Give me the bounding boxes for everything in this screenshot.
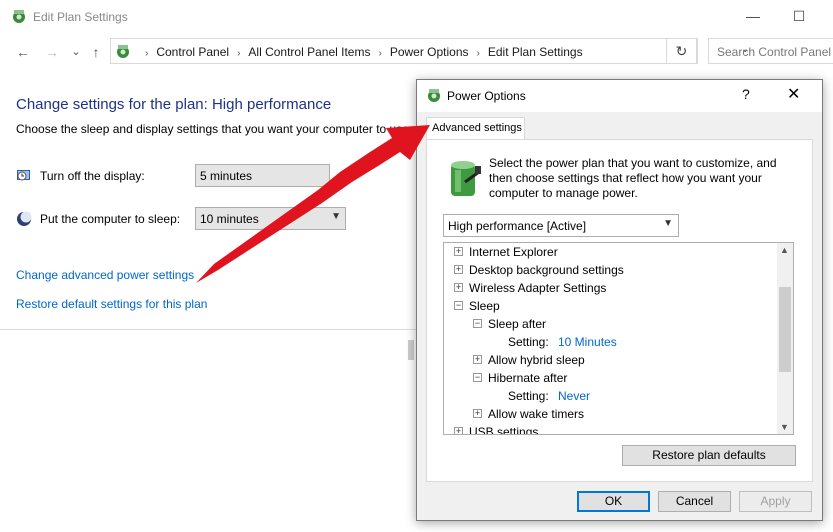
expand-icon[interactable]: + (454, 427, 463, 434)
ok-button[interactable]: OK (577, 491, 650, 512)
collapse-icon[interactable]: − (473, 373, 482, 382)
display-timeout-value: 5 minutes (200, 169, 253, 183)
moon-icon (17, 211, 32, 226)
minimize-button[interactable]: — (730, 0, 776, 33)
window-title: Edit Plan Settings (33, 10, 128, 24)
breadcrumb-separator[interactable]: › (237, 48, 240, 59)
maximize-button[interactable]: ☐ (776, 0, 822, 33)
scroll-up-icon[interactable]: ▲ (780, 245, 789, 255)
control-panel-icon (117, 45, 129, 58)
setting-value[interactable]: 10 Minutes (558, 335, 617, 349)
control-panel-icon (13, 10, 25, 23)
search-input[interactable]: Search Control Panel (708, 38, 833, 64)
breadcrumb-separator[interactable]: › (378, 48, 381, 59)
page-title: Change settings for the plan: High perfo… (16, 96, 332, 113)
page-subtitle: Choose the sleep and display settings th… (16, 122, 413, 136)
expand-icon[interactable]: + (454, 265, 463, 274)
setting-value[interactable]: Never (558, 389, 590, 403)
help-icon[interactable]: ? (742, 86, 750, 102)
expand-icon[interactable]: + (473, 409, 482, 418)
breadcrumb-separator: › (145, 48, 149, 59)
address-row: ← → ⌄ ↑ › Control Panel › All Control Panel… (0, 36, 833, 68)
breadcrumb-power-options[interactable]: Power Options (390, 45, 469, 59)
tree-item-label: Internet Explorer (469, 245, 558, 259)
tab-label: Advanced settings (432, 122, 522, 134)
tab-advanced-settings[interactable]: Advanced settings (426, 117, 525, 140)
tree-item-label: Sleep (469, 299, 500, 313)
setting-label: Setting: (508, 335, 549, 349)
chevron-down-icon: ▼ (663, 218, 673, 229)
expand-icon[interactable]: + (454, 247, 463, 256)
tree-item-label: Sleep after (488, 317, 547, 331)
tree-item-label: Allow wake timers (488, 407, 585, 421)
forward-arrow-icon[interactable]: → (43, 43, 61, 61)
restore-defaults-link[interactable]: Restore default settings for this plan (16, 297, 207, 311)
expand-icon[interactable]: + (454, 283, 463, 292)
dialog-title: Power Options (447, 89, 526, 103)
collapse-icon[interactable]: − (454, 301, 463, 310)
divider (0, 329, 420, 330)
up-arrow-icon[interactable]: ↑ (87, 43, 105, 61)
tree-item-label: Allow hybrid sleep (488, 353, 585, 367)
breadcrumb-edit-plan[interactable]: Edit Plan Settings (488, 45, 583, 59)
cancel-button[interactable]: Cancel (658, 491, 731, 512)
apply-button[interactable]: Apply (739, 491, 812, 512)
tree-item-label: Hibernate after (488, 371, 568, 385)
advanced-settings-panel: Select the power plan that you want to c… (426, 139, 813, 482)
breadcrumb: › Control Panel › All Control Panel Items › P… (137, 45, 583, 59)
tree-item-label: USB settings (469, 425, 539, 435)
breadcrumb-separator[interactable]: › (477, 48, 480, 59)
search-placeholder: Search Control Panel (717, 45, 832, 59)
monitor-clock-icon (17, 170, 30, 181)
power-options-icon (428, 89, 440, 102)
tree-item-label: Desktop background settings (469, 263, 624, 277)
power-plan-select[interactable]: High performance [Active] ▼ (443, 214, 679, 237)
back-arrow-icon[interactable]: ← (14, 43, 32, 61)
sleep-label: Put the computer to sleep: (40, 212, 181, 226)
dialog-intro-text: Select the power plan that you want to c… (489, 156, 777, 200)
power-options-dialog: Power Options ? ✕ Advanced settings Sele… (416, 79, 823, 521)
close-icon[interactable]: ✕ (787, 84, 800, 104)
recent-locations-icon[interactable]: ⌄ (67, 43, 85, 61)
breadcrumb-all-items[interactable]: All Control Panel Items (248, 45, 370, 59)
advanced-settings-link[interactable]: Change advanced power settings (16, 268, 194, 282)
expand-icon[interactable]: + (473, 355, 482, 364)
tree-scrollbar[interactable]: ▲ ▼ (777, 243, 793, 434)
scrollbar-thumb[interactable] (408, 340, 414, 360)
window-titlebar: Edit Plan Settings — ☐ (0, 0, 833, 33)
restore-plan-defaults-button[interactable]: Restore plan defaults (622, 445, 796, 466)
tree-item-label: Wireless Adapter Settings (469, 281, 607, 295)
sleep-timeout-value: 10 minutes (200, 212, 259, 226)
refresh-icon[interactable]: ↻ (666, 38, 697, 64)
breadcrumb-control-panel[interactable]: Control Panel (156, 45, 229, 59)
sleep-timeout-select[interactable]: 10 minutes ▼ (195, 207, 346, 230)
chevron-down-icon: ▼ (331, 211, 341, 222)
address-bar[interactable]: › Control Panel › All Control Panel Items › P… (110, 38, 749, 64)
settings-tree[interactable]: + Internet Explorer + Desktop background… (443, 242, 794, 435)
scroll-down-icon[interactable]: ▼ (780, 422, 789, 432)
dialog-titlebar: Power Options ? ✕ (417, 80, 822, 112)
collapse-icon[interactable]: − (473, 319, 482, 328)
battery-plug-icon (451, 161, 481, 196)
display-timeout-select[interactable]: 5 minutes (195, 164, 330, 187)
scrollbar-thumb[interactable] (779, 287, 791, 372)
power-plan-value: High performance [Active] (448, 219, 587, 233)
display-label: Turn off the display: (40, 169, 145, 183)
setting-label: Setting: (508, 389, 549, 403)
